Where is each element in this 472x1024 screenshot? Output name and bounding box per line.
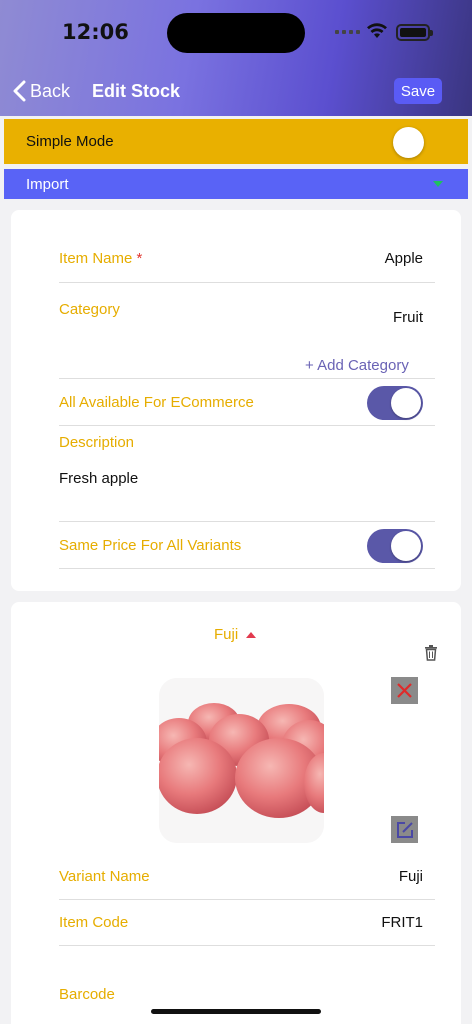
header: 12:06 Back Edit Stock Save	[0, 0, 472, 116]
description-value: Fresh apple	[59, 470, 139, 487]
item-name-value: Apple	[384, 249, 423, 267]
status-bar: 12:06	[0, 0, 472, 62]
ecommerce-toggle[interactable]	[367, 385, 423, 420]
divider	[59, 378, 435, 379]
item-code-value: FRIT1	[381, 914, 423, 931]
item-name-row[interactable]: Item Name * Apple	[59, 234, 435, 283]
variant-card: Fuji Variant Name Fuji Item Code FRIT1 B…	[11, 602, 461, 1024]
variant-name-value: Fuji	[398, 868, 423, 885]
back-button[interactable]: Back	[13, 80, 70, 102]
import-label: Import	[26, 175, 69, 193]
cellular-signal-icon	[335, 30, 360, 34]
save-button[interactable]: Save	[394, 78, 442, 104]
wifi-icon	[367, 23, 387, 38]
barcode-row[interactable]: Barcode	[59, 982, 435, 1006]
item-code-row[interactable]: Item Code FRIT1	[59, 900, 435, 946]
dynamic-island	[167, 13, 305, 53]
category-value: Fruit	[393, 308, 423, 326]
variant-name-row[interactable]: Variant Name Fuji	[59, 854, 435, 900]
caret-down-icon	[433, 181, 443, 187]
same-price-label: Same Price For All Variants	[59, 537, 242, 554]
ecommerce-row: All Available For ECommerce	[59, 380, 435, 426]
apple-image	[159, 678, 324, 843]
description-label-row: Description	[59, 430, 435, 454]
caret-up-icon	[246, 631, 257, 638]
variant-collapse-toggle[interactable]: Fuji	[214, 626, 257, 643]
trash-icon[interactable]	[424, 645, 438, 661]
variant-title: Fuji	[214, 626, 239, 643]
home-indicator[interactable]	[151, 1009, 321, 1014]
description-label: Description	[59, 433, 135, 451]
variant-photo	[159, 678, 324, 843]
add-category-button[interactable]: + Add Category	[305, 357, 409, 374]
simple-mode-label: Simple Mode	[26, 133, 114, 150]
category-label: Category	[59, 300, 120, 318]
battery-icon	[396, 24, 433, 41]
page-title: Edit Stock	[92, 81, 181, 101]
barcode-label: Barcode	[59, 985, 115, 1003]
description-field[interactable]: Fresh apple	[59, 460, 435, 522]
chevron-left-icon	[13, 80, 26, 102]
edit-icon	[396, 821, 413, 838]
same-price-toggle[interactable]	[367, 528, 423, 563]
item-name-label: Item Name	[59, 249, 133, 267]
edit-photo-button[interactable]	[391, 816, 418, 843]
remove-photo-button[interactable]	[391, 677, 418, 704]
simple-mode-toggle[interactable]	[393, 127, 424, 158]
item-name-label-wrap: Item Name *	[59, 250, 142, 267]
close-icon	[397, 683, 412, 698]
status-time: 12:06	[62, 20, 129, 44]
ecommerce-label: All Available For ECommerce	[59, 394, 254, 411]
back-label: Back	[30, 80, 71, 101]
simple-mode-bar: Simple Mode	[4, 119, 468, 164]
import-dropdown[interactable]: Import	[4, 169, 468, 199]
item-details-card: Item Name * Apple Category Fruit + Add C…	[11, 210, 461, 591]
required-mark: *	[136, 249, 143, 267]
variant-name-label: Variant Name	[59, 868, 150, 885]
item-code-label: Item Code	[59, 914, 129, 931]
category-row[interactable]: Category Fruit	[59, 294, 435, 326]
same-price-row: Same Price For All Variants	[59, 523, 435, 569]
